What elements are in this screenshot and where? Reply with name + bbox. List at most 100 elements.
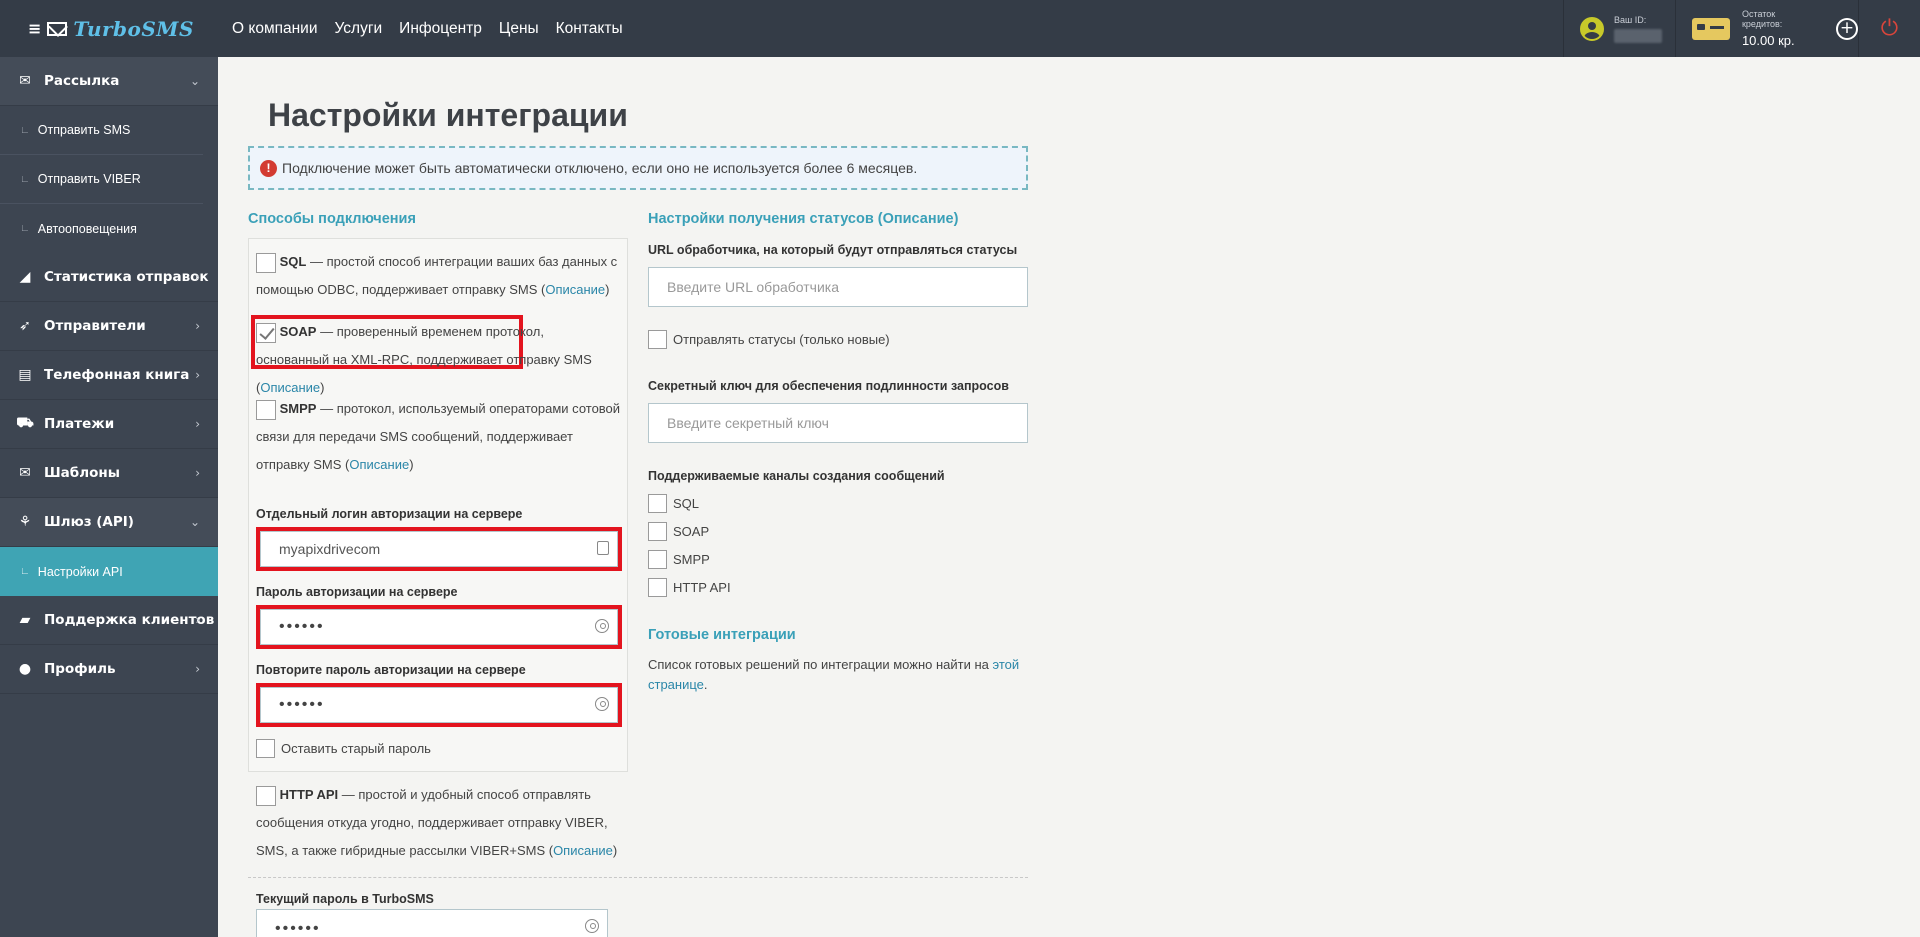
method-sql-desc2: помощью ODBC, поддерживает отправку SMS … — [256, 282, 546, 297]
nav-contacts[interactable]: Контакты — [556, 20, 623, 38]
credits-value: 10.00 кр. — [1741, 33, 1795, 48]
nav-infocenter[interactable]: Инфоцентр — [399, 20, 482, 38]
nav-about[interactable]: О компании — [232, 20, 318, 38]
chevron-right-icon: › — [195, 662, 200, 676]
channel-soap-checkbox[interactable] — [648, 522, 667, 541]
sidebar-item-statistics[interactable]: ◢ Статистика отправок › — [0, 253, 218, 302]
ready-end: . — [703, 677, 708, 692]
nav-services[interactable]: Услуги — [335, 20, 383, 38]
sidebar-subitem-label: Отправить SMS — [37, 123, 131, 137]
url-input[interactable]: Введите URL обработчика — [648, 267, 1028, 307]
password-repeat-value: •••••• — [279, 696, 325, 713]
method-smpp-end: ) — [409, 457, 414, 472]
sidebar-item-label: Телефонная книга — [44, 367, 190, 383]
http-description-link[interactable]: Описание — [553, 843, 613, 858]
channel-sql[interactable]: SQL — [648, 494, 699, 513]
method-soap-name: SOAP — [279, 324, 317, 339]
power-icon[interactable]: ⏻ — [1881, 17, 1898, 40]
sidebar-subitem-send-sms[interactable]: ∟ Отправить SMS — [0, 106, 203, 155]
sidebar-item-label: Шлюз (API) — [44, 514, 134, 530]
add-credits-icon[interactable]: + — [1836, 17, 1858, 40]
current-password-label: Текущий пароль в TurboSMS — [256, 892, 434, 906]
send-statuses-checkbox[interactable] — [648, 330, 667, 349]
sidebar-item-payments[interactable]: ⛟ Платежи › — [0, 400, 218, 449]
sidebar-subitem-label: Автооповещения — [37, 221, 137, 236]
sub-marker-icon: ∟ — [20, 124, 30, 136]
smpp-description-link[interactable]: Описание — [349, 457, 409, 472]
channel-smpp[interactable]: SMPP — [648, 550, 710, 569]
logo[interactable]: ≡ TurboSMS — [0, 0, 218, 57]
password-repeat-field[interactable]: •••••• — [260, 687, 618, 723]
secret-key-input[interactable]: Введите секретный ключ — [648, 403, 1028, 443]
keep-old-password-checkbox[interactable] — [256, 739, 275, 758]
url-label: URL обработчика, на который будут отправ… — [648, 243, 1018, 257]
sidebar-item-profile[interactable]: ● Профиль › — [0, 645, 218, 694]
sidebar-item-phonebook[interactable]: ▤ Телефонная книга › — [0, 351, 218, 400]
main-content: Настройки интеграции ! Подключение может… — [218, 57, 1920, 937]
sidebar-item-label: Поддержка клиентов — [44, 612, 215, 628]
send-statuses[interactable]: Отправлять статусы (только новые) — [648, 330, 890, 349]
page-link[interactable]: странице — [648, 677, 704, 692]
status-settings-title[interactable]: Настройки получения статусов (Описание) — [648, 211, 958, 227]
sub-marker-icon: ∟ — [20, 173, 30, 185]
url-placeholder: Введите URL обработчика — [667, 279, 840, 295]
sidebar-item-mailing[interactable]: ✉ Рассылка ⌄ — [0, 57, 218, 106]
notice-text: Подключение может быть автоматически отк… — [282, 160, 918, 176]
password-field[interactable]: •••••• — [260, 609, 618, 645]
sql-description-link[interactable]: Описание — [545, 282, 605, 297]
sidebar-item-support[interactable]: ▰ Поддержка клиентов › — [0, 596, 218, 645]
avatar-icon — [1580, 16, 1604, 41]
envelope-logo-icon — [47, 21, 68, 36]
this-link[interactable]: этой — [993, 657, 1020, 672]
method-smpp-desc3: отправку SMS ( — [256, 457, 350, 472]
sidebar-item-gateway-api[interactable]: ⚘ Шлюз (API) ⌄ — [0, 498, 218, 547]
user-id-value — [1614, 28, 1662, 43]
sql-checkbox[interactable] — [256, 252, 276, 273]
ready-integrations-title: Готовые интеграции — [648, 627, 796, 643]
channel-soap[interactable]: SOAP — [648, 522, 709, 541]
page-title: Настройки интеграции — [268, 97, 628, 133]
password-value: •••••• — [279, 618, 325, 635]
chevron-down-icon: ⌄ — [189, 515, 200, 529]
channel-http-api[interactable]: HTTP API — [648, 578, 731, 597]
sidebar-item-label: Рассылка — [44, 73, 120, 89]
method-http-desc3: SMS, а также гибридные рассылки VIBER+SM… — [256, 843, 554, 858]
channel-soap-label: SOAP — [673, 524, 710, 539]
smpp-checkbox[interactable] — [256, 399, 276, 420]
chart-icon: ◢ — [19, 269, 31, 285]
password-repeat-label: Повторите пароль авторизации на сервере — [256, 663, 526, 677]
channel-sql-checkbox[interactable] — [648, 494, 667, 513]
nav-prices[interactable]: Цены — [499, 20, 539, 38]
channel-smpp-checkbox[interactable] — [648, 550, 667, 569]
credit-card-icon — [1692, 17, 1730, 40]
user-block[interactable]: Ваш ID: — [1563, 0, 1675, 57]
keep-old-password[interactable]: Оставить старый пароль — [256, 739, 431, 758]
sidebar-item-senders[interactable]: ➶ Отправители › — [0, 302, 218, 351]
rocket-icon: ➶ — [19, 318, 31, 334]
sitemap-icon: ⚘ — [18, 514, 32, 530]
channel-http-api-checkbox[interactable] — [648, 578, 667, 597]
sidebar-item-templates[interactable]: ✉ Шаблоны › — [0, 449, 218, 498]
sidebar-item-label: Платежи — [44, 416, 115, 432]
ready-text: Список готовых решений по интеграции мож… — [648, 657, 993, 672]
http-api-checkbox[interactable] — [256, 785, 276, 806]
channels-label: Поддерживаемые каналы создания сообщений — [648, 469, 945, 483]
sidebar-subitem-auto-notify[interactable]: ∟ Автооповещения — [0, 204, 203, 253]
login-label: Отдельный логин авторизации на сервере — [256, 507, 523, 521]
login-field[interactable]: myapixdrivecom — [260, 531, 618, 567]
soap-checkbox[interactable] — [256, 322, 276, 343]
sidebar-subitem-send-viber[interactable]: ∟ Отправить VIBER — [0, 155, 203, 204]
top-right: Ваш ID: Остаток кредитов: 10.00 кр. + ⏻ — [1563, 0, 1920, 57]
contacts-icon: ▤ — [18, 367, 32, 383]
eye-icon[interactable] — [585, 919, 599, 933]
eye-icon[interactable] — [595, 697, 609, 711]
logout-block[interactable]: ⏻ — [1858, 0, 1920, 57]
current-password-field[interactable]: •••••• — [256, 909, 608, 937]
eye-icon[interactable] — [595, 619, 609, 633]
method-http-desc2: сообщения откуда угодно, поддерживает от… — [256, 815, 608, 830]
sidebar-subitem-api-settings[interactable]: ∟ Настройки API — [0, 547, 218, 596]
menu-icon[interactable]: ≡ — [28, 19, 41, 38]
method-sql-end: ) — [605, 282, 610, 297]
sidebar: ✉ Рассылка ⌄ ∟ Отправить SMS ∟ Отправить… — [0, 57, 218, 937]
soap-description-link[interactable]: Описание — [260, 380, 320, 395]
